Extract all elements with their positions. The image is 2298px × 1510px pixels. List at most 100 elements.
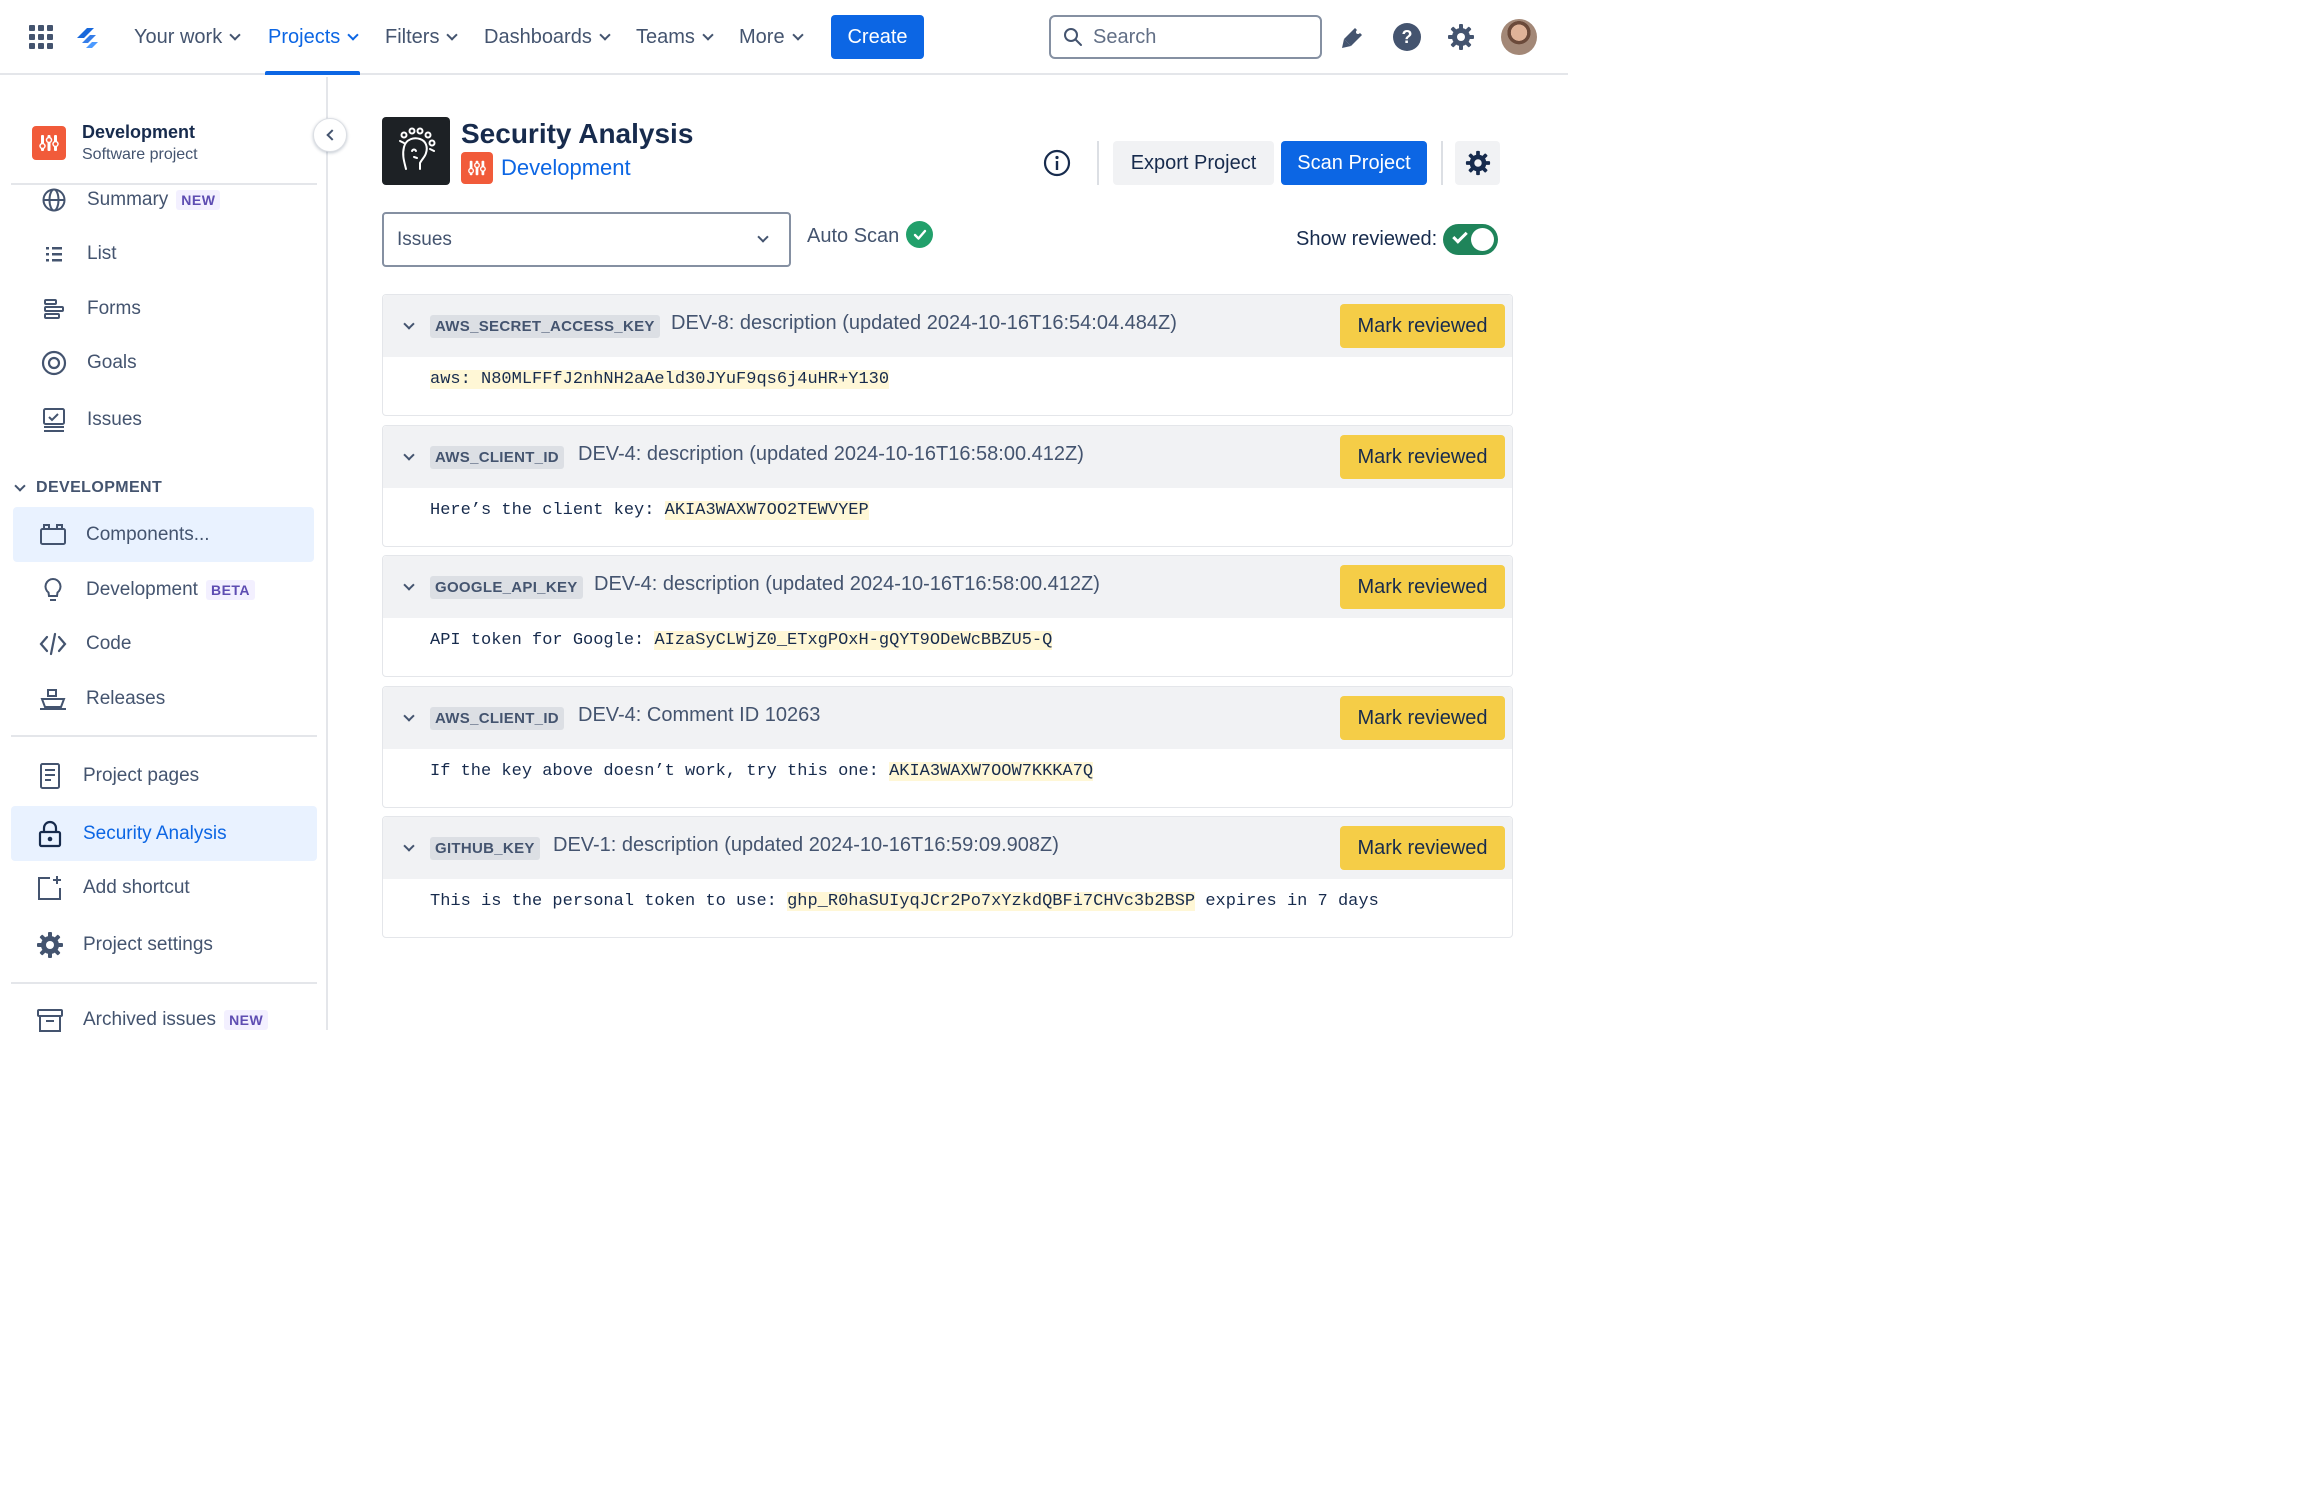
svg-text:?: ? [1402,27,1413,47]
project-header[interactable]: Development Software project [32,122,198,164]
check-icon [1452,228,1468,244]
finding-title: DEV-4: description (updated 2024-10-16T1… [594,573,1100,595]
nav-label: Dashboards [484,25,592,48]
finding-title: DEV-8: description (updated 2024-10-16T1… [671,312,1177,334]
create-button[interactable]: Create [831,15,924,59]
search-input[interactable] [1093,25,1313,49]
nav-label: Teams [636,25,695,48]
project-logo-icon [32,126,66,160]
sidebar-item-archived-issues[interactable]: Archived issues NEW [13,992,314,1047]
secret-type-badge: AWS_CLIENT_ID [430,446,564,469]
finding-snippet: aws: N80MLFFfJ2nhNH2aAeld30JYuF9qs6j4uHR… [430,370,890,389]
project-link[interactable]: Development [461,152,631,184]
issues-select[interactable]: Issues [382,212,791,267]
chevron-down-icon [347,28,359,41]
sidebar-item-label: Development [86,578,198,600]
chevron-down-icon [14,480,26,492]
secret-value: AIzaSyCLWjZ0_ETxgPOxH-gQYT9ODeWcBBZU5-Q [654,631,1053,650]
info-icon[interactable] [1040,146,1074,180]
nav-projects[interactable]: Projects [268,22,359,52]
divider [11,982,317,984]
mark-reviewed-button[interactable]: Mark reviewed [1340,826,1505,870]
project-settings-button[interactable] [1455,141,1500,185]
mark-reviewed-button[interactable]: Mark reviewed [1340,565,1505,609]
finding-card: GITHUB_KEY DEV-1: description (updated 2… [382,816,1513,938]
sidebar-item-summary[interactable]: Summary NEW [13,172,314,227]
lock-icon [35,819,65,849]
divider [11,735,317,737]
sidebar-item-project-pages[interactable]: Project pages [13,748,314,803]
sidebar-item-list[interactable]: List [13,226,314,281]
select-value: Issues [397,228,452,250]
scan-project-button[interactable]: Scan Project [1281,141,1427,185]
sidebar-item-goals[interactable]: Goals [13,335,314,390]
show-reviewed-label: Show reviewed: [1296,228,1438,250]
search-box[interactable] [1049,15,1322,59]
settings-icon[interactable] [1443,19,1479,55]
finding-snippet: This is the personal token to use: ghp_R… [430,892,1379,911]
finding-card: AWS_CLIENT_ID DEV-4: Comment ID 10263 Ma… [382,686,1513,808]
finding-card: AWS_CLIENT_ID DEV-4: description (update… [382,425,1513,547]
mark-reviewed-button[interactable]: Mark reviewed [1340,696,1505,740]
check-circle-icon [906,221,934,248]
snippet-text: API token for Google: [430,631,655,650]
mark-reviewed-button[interactable]: Mark reviewed [1340,304,1505,348]
chevron-left-icon [325,129,338,141]
sidebar-item-label: Components... [86,523,210,545]
sidebar-item-issues[interactable]: Issues [13,392,314,447]
snippet-text: This is the personal token to use: [430,892,788,911]
sidebar-item-releases[interactable]: Releases [13,671,314,726]
new-badge: NEW [176,189,221,210]
show-reviewed-toggle[interactable] [1443,224,1498,255]
sidebar-item-label: Summary [87,188,169,210]
sidebar-item-label: List [87,242,117,264]
notifications-icon[interactable] [1335,19,1371,55]
secret-value: aws: N80MLFFfJ2nhNH2aAeld30JYuF9qs6j4uHR… [430,370,890,389]
sidebar-item-project-settings[interactable]: Project settings [13,917,314,972]
chevron-down-icon [702,28,714,41]
sidebar-item-development[interactable]: Development BETA [13,562,314,617]
sidebar-item-label: Archived issues [83,1008,217,1030]
sidebar: Development Software project Summary NEW… [0,77,347,1032]
finding-snippet: If the key above doesn’t work, try this … [430,762,1094,781]
finding-card: AWS_SECRET_ACCESS_KEY DEV-8: description… [382,294,1513,416]
secret-type-badge: AWS_SECRET_ACCESS_KEY [430,315,660,338]
toggle-knob [1471,228,1494,251]
sidebar-item-code[interactable]: Code [13,616,314,671]
nav-filters[interactable]: Filters [385,22,459,52]
divider [1441,141,1443,185]
snippet-text: Here’s the client key: [430,501,665,520]
issues-icon [39,405,69,435]
nav-teams[interactable]: Teams [636,22,714,52]
sidebar-item-components[interactable]: Components... [13,507,314,562]
help-icon[interactable]: ? [1389,19,1425,55]
project-link-label: Development [501,155,631,180]
snippet-text: expires in 7 days [1195,892,1379,911]
jira-logo-icon[interactable] [72,22,102,52]
nav-more[interactable]: More [739,22,804,52]
collapse-sidebar-button[interactable] [313,118,347,152]
sidebar-group-development[interactable]: DEVELOPMENT [14,479,162,497]
nav-your-work[interactable]: Your work [134,22,241,52]
sidebar-item-add-shortcut[interactable]: Add shortcut [13,860,314,915]
page-title: Security Analysis [461,118,694,149]
sidebar-item-security-analysis[interactable]: Security Analysis [11,806,317,861]
ship-icon [38,684,68,714]
mark-reviewed-button[interactable]: Mark reviewed [1340,435,1505,479]
active-nav-indicator [265,71,360,75]
secret-type-badge: GOOGLE_API_KEY [430,576,583,599]
nav-dashboards[interactable]: Dashboards [484,22,611,52]
gear-icon [1465,150,1490,176]
auto-scan-label: Auto Scan [807,225,900,247]
sidebar-item-label: Forms [87,297,141,319]
export-project-button[interactable]: Export Project [1113,141,1274,185]
avatar[interactable] [1501,19,1537,55]
sidebar-item-label: Project pages [83,764,200,786]
chevron-down-icon [757,231,769,243]
auto-scan-status: Auto Scan [807,221,934,248]
sidebar-item-forms[interactable]: Forms [13,281,314,336]
app-switcher-icon[interactable] [29,25,53,49]
finding-snippet: API token for Google: AIzaSyCLWjZ0_ETxgP… [430,631,1053,650]
goals-icon [39,348,69,378]
chevron-down-icon [446,28,459,41]
